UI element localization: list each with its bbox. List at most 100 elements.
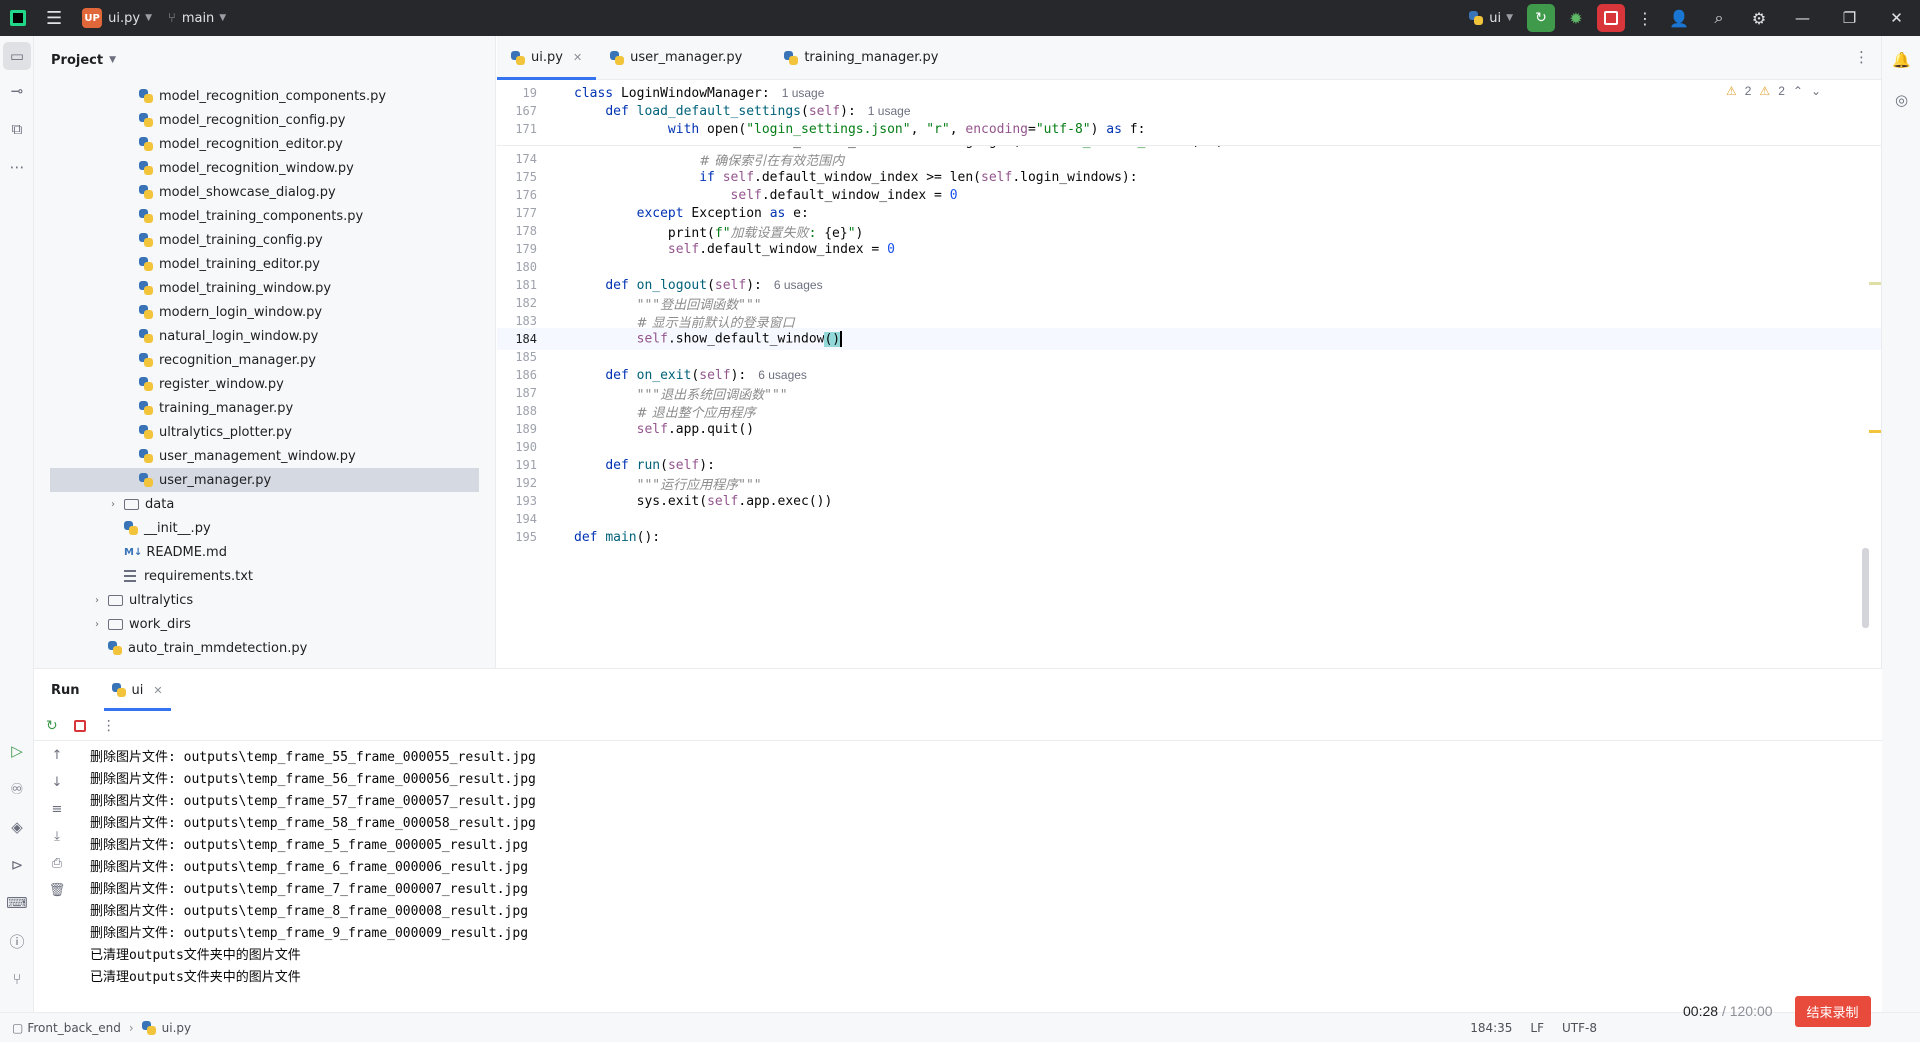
- run-tab-ui[interactable]: ui ✕: [103, 669, 171, 711]
- editor-scrollbar[interactable]: [1862, 548, 1869, 628]
- soft-wrap-icon[interactable]: ≡: [34, 796, 80, 823]
- branch-selector[interactable]: ⑂ main ▼: [160, 0, 234, 36]
- tree-folder[interactable]: › data: [34, 492, 495, 516]
- tree-file[interactable]: model_recognition_components.py: [34, 84, 495, 108]
- tree-item-label: auto_train_mmdetection.py: [128, 640, 308, 656]
- tab-options-icon[interactable]: ⋮: [1854, 48, 1869, 66]
- console-output[interactable]: 删除图片文件: outputs\temp_frame_55_frame_0000…: [90, 747, 536, 989]
- code-line[interactable]: 195 def main():: [497, 526, 1881, 548]
- chevron-right-icon[interactable]: ›: [106, 499, 120, 510]
- tree-file[interactable]: model_training_config.py: [34, 228, 495, 252]
- tree-file[interactable]: training_manager.py: [34, 396, 495, 420]
- tree-folder[interactable]: › ultralytics: [34, 588, 495, 612]
- minimize-button[interactable]: —: [1779, 0, 1826, 36]
- line-number: 190: [515, 440, 537, 454]
- tree-file[interactable]: natural_login_window.py: [34, 324, 495, 348]
- tree-folder[interactable]: › work_dirs: [34, 612, 495, 636]
- app-logo-icon[interactable]: [0, 0, 34, 36]
- tree-file[interactable]: register_window.py: [34, 372, 495, 396]
- project-selector[interactable]: UP ui.py ▼: [74, 0, 160, 36]
- file-encoding[interactable]: UTF-8: [1562, 1021, 1597, 1035]
- tree-file[interactable]: model_training_components.py: [34, 204, 495, 228]
- chevron-right-icon[interactable]: ›: [90, 595, 104, 606]
- tab-training-manager-py[interactable]: training_manager.py: [770, 36, 952, 80]
- tree-item-label: ultralytics: [129, 592, 194, 608]
- layers-icon[interactable]: ◈: [0, 808, 34, 846]
- structure-icon[interactable]: ⧉: [0, 110, 34, 148]
- code-editor[interactable]: 19 class LoginWindowManager: 1 usage 167 de…: [497, 80, 1881, 667]
- run-tool-icon[interactable]: ▷: [0, 732, 34, 770]
- python-icon: [610, 50, 625, 65]
- commit-icon[interactable]: ⊸: [0, 72, 34, 110]
- project-panel-header[interactable]: Project ▼: [34, 36, 495, 84]
- close-tab-icon[interactable]: ✕: [573, 51, 582, 64]
- notifications-bell-icon[interactable]: 🔔: [1882, 40, 1920, 80]
- git-icon[interactable]: ⑂: [0, 960, 34, 998]
- close-window-button[interactable]: ✕: [1873, 0, 1920, 36]
- stop-button[interactable]: [1597, 4, 1625, 32]
- close-run-tab-icon[interactable]: ✕: [153, 684, 162, 697]
- tree-file[interactable]: user_manager.py: [50, 468, 479, 492]
- stop-recording-button[interactable]: 结束录制: [1794, 995, 1871, 1027]
- terminal-icon[interactable]: ⌨: [0, 884, 34, 922]
- tree-file[interactable]: recognition_manager.py: [34, 348, 495, 372]
- tree-file[interactable]: model_recognition_editor.py: [34, 132, 495, 156]
- tree-file[interactable]: model_training_window.py: [34, 276, 495, 300]
- tree-file[interactable]: model_recognition_config.py: [34, 108, 495, 132]
- main-menu-icon[interactable]: ☰: [34, 0, 74, 36]
- line-number: 176: [515, 188, 537, 202]
- ai-assistant-icon[interactable]: ◎: [1882, 80, 1920, 120]
- stop-run-icon[interactable]: [73, 719, 86, 732]
- scroll-up-icon[interactable]: ↑: [34, 742, 80, 769]
- code-line[interactable]: 171 with open("login_settings.json", "r"…: [497, 118, 1881, 140]
- tab-user-manager-py[interactable]: user_manager.py: [596, 36, 756, 80]
- debug-icon[interactable]: ✹: [1561, 0, 1591, 36]
- scroll-to-end-icon[interactable]: ⤓: [34, 823, 80, 850]
- services-icon[interactable]: ⊳: [0, 846, 34, 884]
- chevron-down-icon: ▼: [145, 13, 152, 23]
- python-file-icon: [124, 521, 138, 535]
- tree-file[interactable]: auto_train_mmdetection.py: [34, 636, 495, 660]
- warning-stripe[interactable]: [1869, 430, 1881, 433]
- print-icon[interactable]: ⎙: [34, 850, 80, 877]
- tree-file[interactable]: model_recognition_window.py: [34, 156, 495, 180]
- tree-file[interactable]: modern_login_window.py: [34, 300, 495, 324]
- tree-file[interactable]: __init__.py: [34, 516, 495, 540]
- breadcrumb-file[interactable]: ui.py: [162, 1021, 191, 1035]
- console-line: 删除图片文件: outputs\temp_frame_9_frame_00000…: [90, 926, 529, 941]
- tree-file[interactable]: requirements.txt: [34, 564, 495, 588]
- sticky-lines[interactable]: 19 class LoginWindowManager: 1 usage 167 de…: [497, 80, 1881, 146]
- rerun-icon[interactable]: ↻: [46, 718, 58, 734]
- tab-ui-py[interactable]: ui.py ✕: [497, 36, 597, 80]
- scroll-down-icon[interactable]: ↓: [34, 769, 80, 796]
- python-console-icon[interactable]: ♾: [0, 770, 34, 808]
- tree-file[interactable]: model_showcase_dialog.py: [34, 180, 495, 204]
- tree-file[interactable]: ultralytics_plotter.py: [34, 420, 495, 444]
- settings-gear-icon[interactable]: ⚙: [1739, 0, 1779, 36]
- breadcrumb-root[interactable]: Front_back_end: [27, 1021, 120, 1035]
- line-number: 189: [515, 422, 537, 436]
- problems-icon[interactable]: ⓘ: [0, 922, 34, 960]
- next-highlight-icon[interactable]: ⌄: [1811, 84, 1821, 98]
- warning-stripe[interactable]: [1869, 282, 1881, 285]
- inspection-widget[interactable]: ⚠ 2 ⚠ 2 ⌃ ⌄: [1726, 84, 1821, 98]
- rerun-button[interactable]: ↻: [1527, 4, 1555, 32]
- restore-button[interactable]: ❐: [1826, 0, 1873, 36]
- caret-position[interactable]: 184:35: [1470, 1021, 1512, 1035]
- line-separator[interactable]: LF: [1530, 1021, 1544, 1035]
- more-options-icon[interactable]: ⋮: [102, 718, 116, 734]
- search-icon[interactable]: ⌕: [1699, 0, 1739, 36]
- more-actions-icon[interactable]: ⋮: [1631, 0, 1659, 36]
- previous-highlight-icon[interactable]: ⌃: [1793, 84, 1803, 98]
- tree-file[interactable]: user_management_window.py: [34, 444, 495, 468]
- run-config-selector[interactable]: ui ▼: [1461, 0, 1521, 36]
- clear-all-trash-icon[interactable]: 🗑: [34, 877, 80, 904]
- project-tool-folder-icon[interactable]: ▭: [3, 42, 31, 70]
- module-icon: ▢: [12, 1020, 24, 1035]
- tree-file[interactable]: model_training_editor.py: [34, 252, 495, 276]
- more-tools-icon[interactable]: ⋯: [0, 148, 34, 186]
- add-user-icon[interactable]: 👤: [1659, 0, 1699, 36]
- tree-file[interactable]: M↓ README.md: [34, 540, 495, 564]
- chevron-right-icon[interactable]: ›: [90, 619, 104, 630]
- tree-item-label: user_manager.py: [159, 472, 272, 488]
